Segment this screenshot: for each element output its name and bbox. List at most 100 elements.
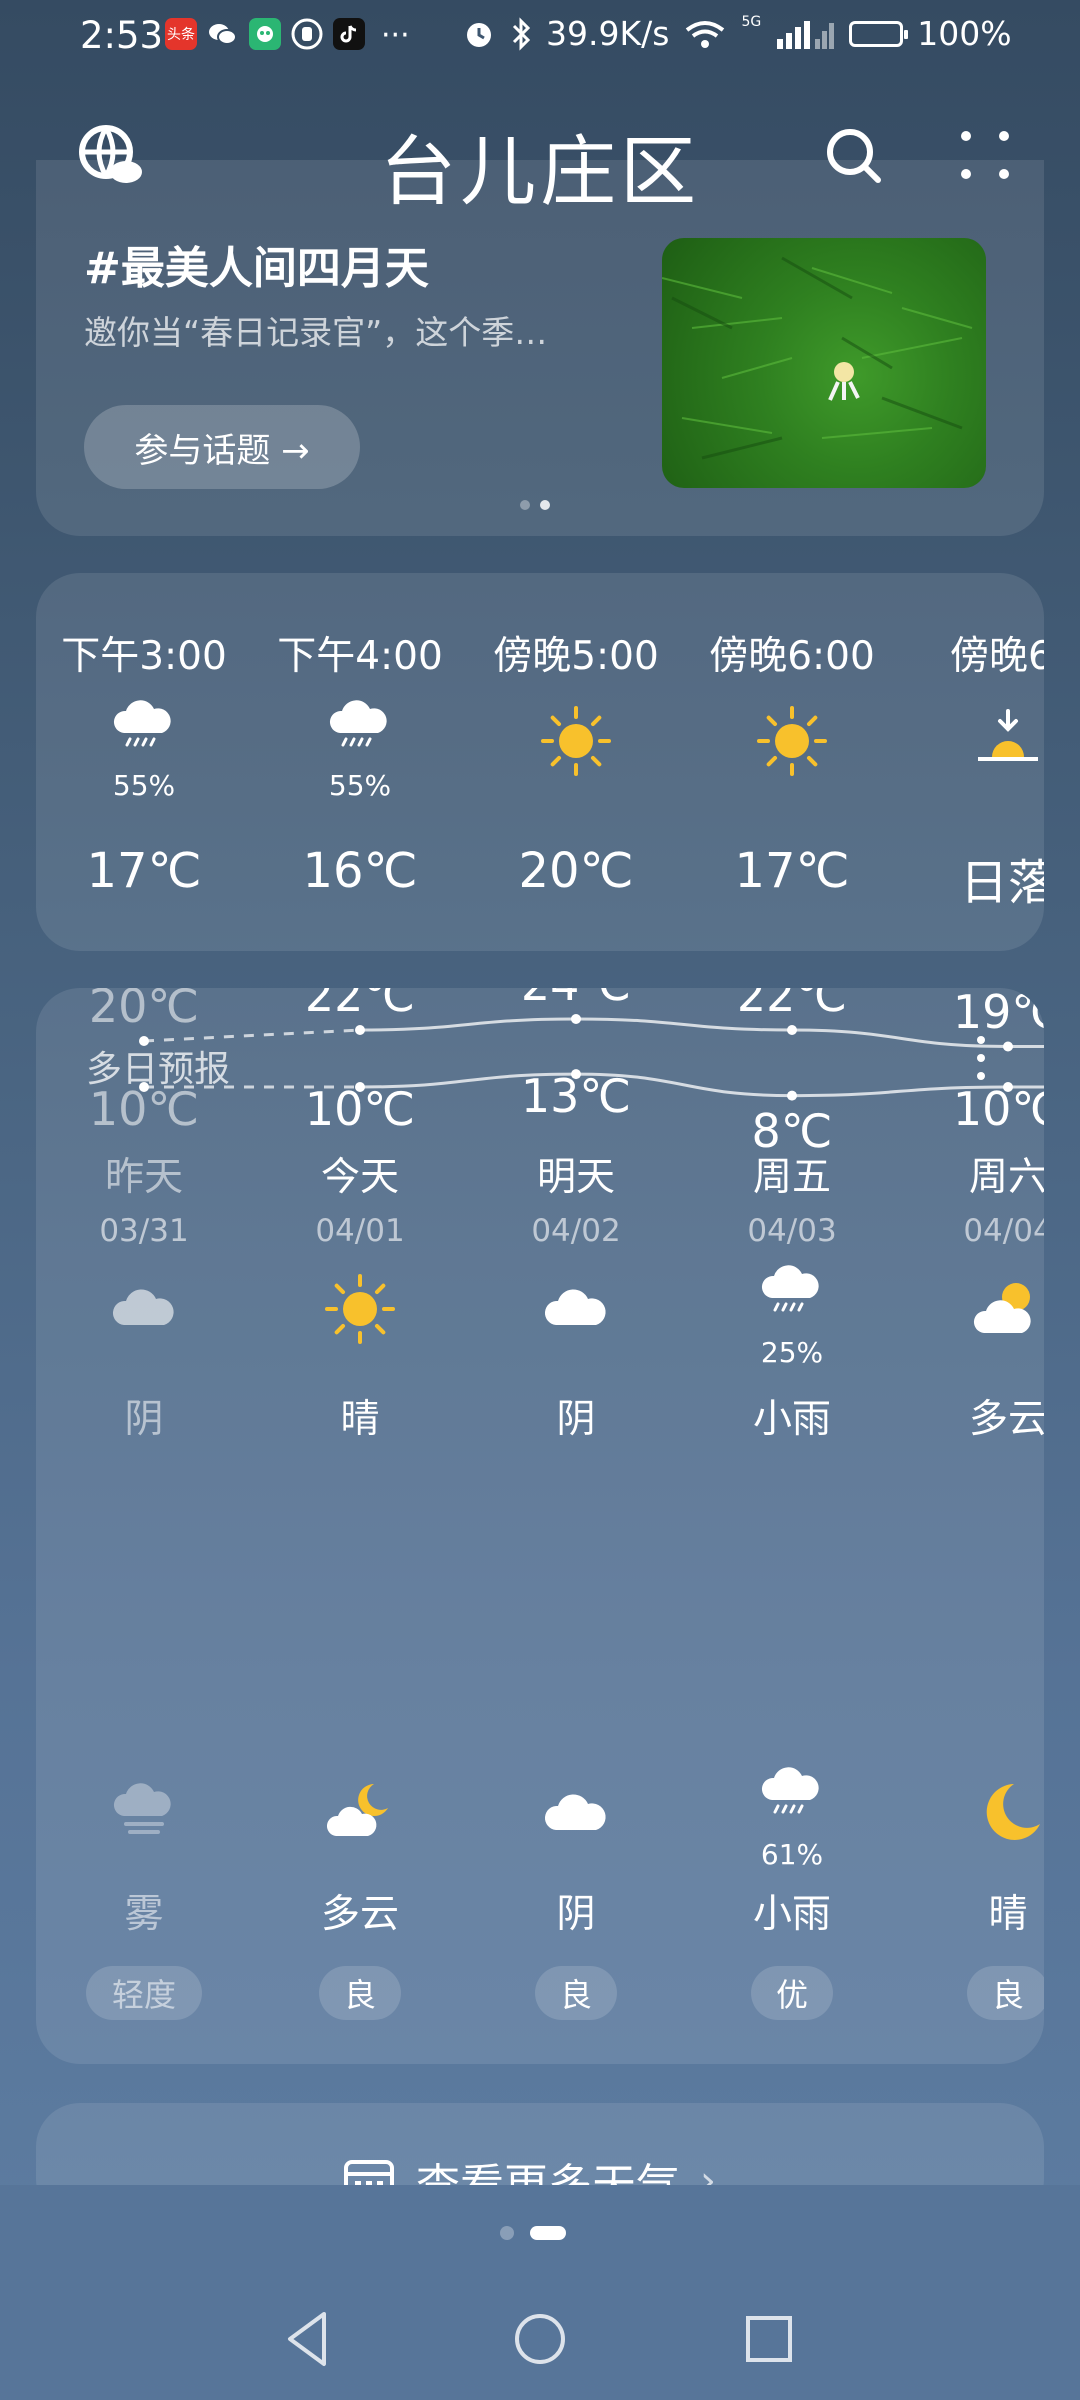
sun-icon bbox=[322, 1271, 398, 1347]
bluetooth-icon bbox=[512, 16, 531, 51]
more-notifications: ··· bbox=[381, 18, 410, 53]
hour-temp: 17℃ bbox=[734, 843, 850, 899]
aqi-badge: 良 bbox=[319, 1966, 401, 2020]
status-bar: 2:53 头条 ··· 39.9K/s 5G 100% bbox=[0, 0, 1080, 72]
battery-icon bbox=[849, 20, 909, 47]
sun-cloud-icon bbox=[970, 1271, 1044, 1347]
hour-temp: 20℃ bbox=[518, 843, 634, 899]
day-low-temp: 10℃ bbox=[304, 1082, 416, 1136]
page-dot-active bbox=[530, 2226, 566, 2240]
day-high-temp: 22℃ bbox=[304, 988, 416, 1022]
hour-time: 下午4:00 bbox=[277, 634, 443, 679]
hourly-forecast-card[interactable]: 下午3:00 55% 17℃ 下午4:00 55% 16℃ 傍晚5:00 20℃ 傍晚6:00 1… bbox=[36, 573, 1044, 951]
day-condition: 晴 bbox=[340, 1397, 380, 1442]
toutiao-icon: 头条 bbox=[165, 18, 197, 50]
cloud-icon bbox=[538, 1271, 614, 1347]
day-precip: 25% bbox=[760, 1336, 824, 1369]
day-high-temp: 22℃ bbox=[736, 988, 848, 1022]
status-right: 39.9K/s 5G 100% bbox=[462, 14, 1012, 53]
cloud-icon bbox=[106, 1271, 182, 1347]
night-precip: 61% bbox=[760, 1838, 824, 1871]
cloud-icon bbox=[538, 1776, 614, 1852]
hour-precip: 55% bbox=[112, 769, 176, 802]
hour-temp: 16℃ bbox=[302, 843, 418, 899]
aqi-badge: 良 bbox=[967, 1966, 1044, 2020]
day-condition: 阴 bbox=[556, 1397, 596, 1442]
multi-day-forecast-card[interactable]: 多日预报 昨天 03/31 阴 20℃ 10℃ 雾轻度 今天 04/01 晴 22℃ 10℃ 多云良明… bbox=[36, 988, 1044, 2064]
network-speed: 39.9K/s bbox=[546, 14, 670, 53]
day-name: 今天 bbox=[320, 1155, 399, 1200]
rain-cloud-icon bbox=[754, 1256, 830, 1332]
day-name: 昨天 bbox=[104, 1155, 183, 1200]
hand-icon bbox=[291, 18, 323, 50]
moon-cloud-icon bbox=[322, 1776, 398, 1852]
day-date: 04/01 bbox=[315, 1213, 405, 1249]
signal-type: 5G bbox=[741, 13, 762, 30]
sunset-icon bbox=[970, 703, 1044, 779]
topic-image[interactable] bbox=[662, 238, 986, 488]
wifi-icon bbox=[686, 20, 725, 48]
hour-temp: 17℃ bbox=[86, 843, 202, 899]
hour-precip: 55% bbox=[328, 769, 392, 802]
day-low-temp: 10℃ bbox=[88, 1082, 200, 1136]
topic-pager bbox=[520, 500, 550, 510]
signal-icon bbox=[777, 20, 835, 49]
nav-recents-icon[interactable] bbox=[734, 2304, 804, 2378]
day-low-temp: 8℃ bbox=[751, 1103, 833, 1158]
day-high-temp: 20℃ bbox=[88, 988, 200, 1033]
notification-icons: 头条 ··· bbox=[165, 18, 410, 53]
page-indicator bbox=[500, 2226, 566, 2240]
night-condition: 阴 bbox=[556, 1892, 596, 1937]
night-condition: 晴 bbox=[988, 1892, 1028, 1937]
temp-point bbox=[355, 1025, 365, 1035]
day-date: 04/04 bbox=[963, 1213, 1044, 1249]
aqi-badge: 良 bbox=[535, 1966, 617, 2020]
day-date: 04/02 bbox=[531, 1213, 621, 1249]
nav-back-icon[interactable] bbox=[274, 2304, 344, 2378]
day-condition: 阴 bbox=[124, 1397, 164, 1442]
night-condition: 小雨 bbox=[752, 1892, 831, 1937]
temp-point bbox=[787, 1025, 797, 1035]
moon-icon bbox=[970, 1776, 1044, 1852]
topic-subtitle: 邀你当“春日记录官”，这个季… bbox=[84, 313, 548, 352]
join-topic-button[interactable]: 参与话题 → bbox=[84, 405, 360, 489]
hour-time: 下午3:00 bbox=[61, 634, 227, 679]
night-condition: 雾 bbox=[124, 1892, 164, 1937]
alarm-icon bbox=[467, 22, 491, 47]
pager-dot bbox=[520, 500, 530, 510]
battery-level: 100% bbox=[917, 14, 1012, 53]
day-high-temp: 24℃ bbox=[468, 988, 684, 1011]
day-low-temp: 10℃ bbox=[952, 1082, 1044, 1136]
hour-temp: 日落 bbox=[959, 855, 1044, 911]
topic-title: #最美人间四月天 bbox=[84, 243, 429, 294]
rain-cloud-icon bbox=[322, 691, 398, 767]
status-time: 2:53 bbox=[80, 14, 164, 57]
rain-cloud-icon bbox=[106, 691, 182, 767]
aqi-badge: 轻度 bbox=[86, 1966, 202, 2020]
tiktok-icon bbox=[333, 18, 365, 50]
fog-icon bbox=[106, 1776, 182, 1852]
rain-cloud-icon bbox=[754, 1758, 830, 1834]
toutiao-badge: 头条 bbox=[167, 27, 195, 43]
day-condition: 小雨 bbox=[752, 1397, 831, 1442]
day-name: 明天 bbox=[536, 1155, 615, 1200]
assistant-icon bbox=[249, 18, 281, 50]
nav-home-icon[interactable] bbox=[505, 2304, 575, 2378]
pager-dot-active bbox=[540, 500, 550, 510]
sun-icon bbox=[754, 703, 830, 779]
sun-icon bbox=[538, 703, 614, 779]
temp-point bbox=[1003, 1041, 1013, 1052]
aqi-badge: 优 bbox=[751, 1966, 833, 2020]
page-dot bbox=[500, 2226, 514, 2240]
hour-time: 傍晚6: bbox=[950, 634, 1044, 679]
temp-point bbox=[787, 1090, 797, 1101]
day-date: 03/31 bbox=[99, 1213, 189, 1249]
hour-time: 傍晚5:00 bbox=[493, 634, 659, 679]
day-condition: 多云 bbox=[968, 1397, 1044, 1442]
wechat-icon bbox=[207, 18, 239, 50]
hour-time: 傍晚6:00 bbox=[709, 634, 875, 679]
day-date: 04/03 bbox=[747, 1213, 837, 1249]
night-condition: 多云 bbox=[320, 1892, 399, 1937]
day-name: 周六 bbox=[968, 1155, 1044, 1200]
day-high-temp: 19℃ bbox=[952, 988, 1044, 1039]
